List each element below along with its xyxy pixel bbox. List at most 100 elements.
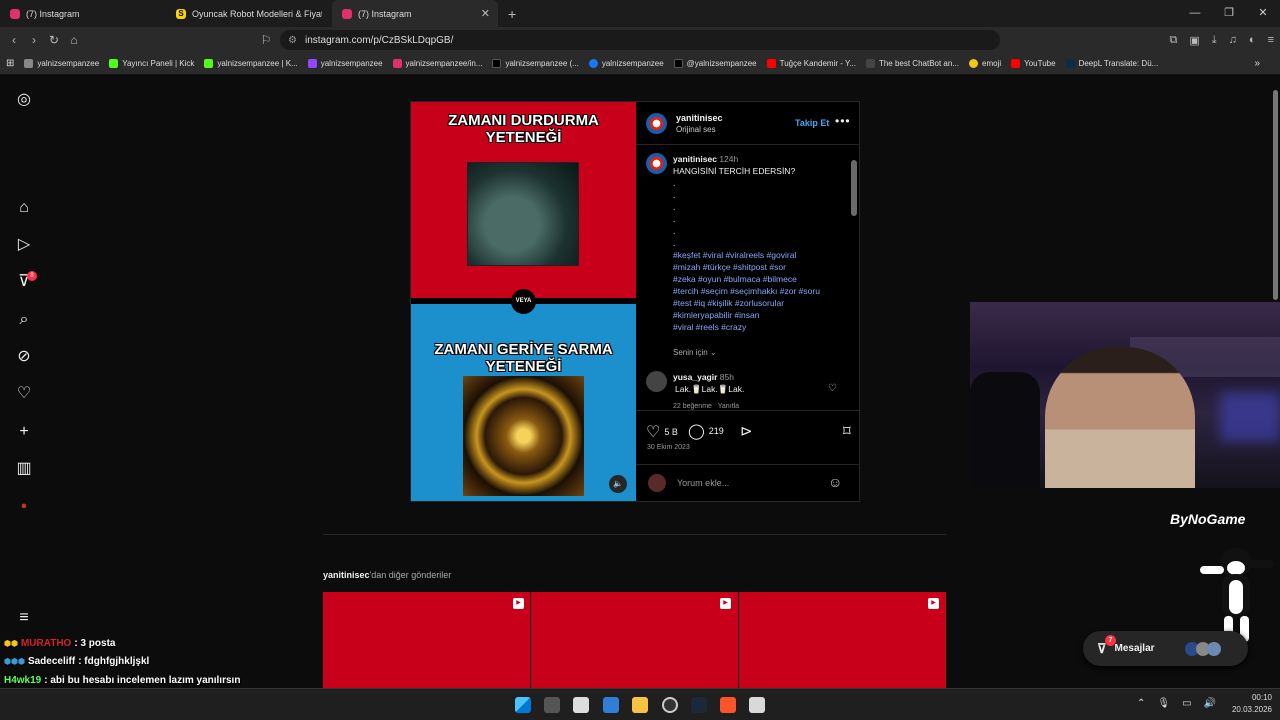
grid-post[interactable]: ▶: [531, 592, 738, 688]
author-username[interactable]: yanitinisec: [676, 113, 723, 123]
forward-icon[interactable]: ›: [24, 33, 44, 47]
bookmark-item[interactable]: Tuğçe Kandemir - Y...: [766, 59, 856, 68]
reply-button[interactable]: Yanıtla: [718, 403, 739, 410]
profile-avatar[interactable]: ●: [14, 496, 34, 516]
bookmark-item[interactable]: YouTube: [1011, 59, 1056, 68]
new-tab-icon[interactable]: +: [508, 6, 516, 22]
audio-icon[interactable]: 🔈: [609, 475, 627, 493]
comment-input[interactable]: Yorum ekle...: [677, 478, 729, 488]
chevron-up-icon[interactable]: ⌃: [1137, 698, 1145, 709]
bookmark-icon[interactable]: ⚐: [256, 33, 276, 47]
network-icon[interactable]: ▭: [1182, 698, 1191, 709]
app-icon[interactable]: [573, 697, 589, 713]
audio-label[interactable]: Orijinal ses: [676, 125, 716, 134]
bookmark-item[interactable]: yalnizsempanzee | K...: [204, 59, 298, 68]
like-comment-icon[interactable]: ♡: [828, 383, 837, 394]
scrollbar-thumb[interactable]: [1273, 90, 1278, 300]
hashtag-line[interactable]: #zeka #oyun #bulmaca #bilmece: [673, 273, 797, 285]
translation-toggle[interactable]: Senin için ⌄: [673, 347, 717, 359]
task-view-icon[interactable]: [544, 697, 560, 713]
create-icon[interactable]: +: [14, 422, 34, 442]
clock[interactable]: 00:10 20.03.2026: [1232, 692, 1272, 716]
home-icon[interactable]: ⌂: [64, 33, 84, 47]
brave-icon[interactable]: [720, 697, 736, 713]
close-window-icon[interactable]: ✕: [1246, 0, 1280, 27]
apps-icon[interactable]: ⊞: [6, 58, 14, 69]
tab-title: (7) Instagram: [358, 8, 412, 19]
bookmark-item[interactable]: yalnizsempanzee (...: [492, 59, 579, 68]
search-icon[interactable]: ⌕: [14, 310, 34, 330]
reels-icon[interactable]: ▷: [14, 235, 34, 255]
restore-icon[interactable]: ❐: [1212, 0, 1246, 27]
wallet-icon[interactable]: ◐: [1249, 34, 1256, 46]
hashtag-line[interactable]: #test #iq #kişilik #zorlusorular: [673, 297, 784, 309]
page-scrollbar[interactable]: [1272, 76, 1280, 302]
hashtag-line[interactable]: #viral #reels #crazy: [673, 321, 746, 333]
volume-icon[interactable]: 🔊: [1204, 698, 1216, 709]
extensions-icon[interactable]: ⧉: [1170, 34, 1178, 47]
downloads-icon[interactable]: ⤓: [1212, 34, 1217, 47]
photos-icon[interactable]: [603, 697, 619, 713]
bookmark-item[interactable]: yalnizsempanzee: [24, 59, 99, 68]
dashboard-icon[interactable]: ▥: [14, 459, 34, 479]
more-menu-icon[interactable]: ≡: [14, 608, 34, 628]
bookmark-item[interactable]: @yalnizsempanzee: [673, 59, 757, 68]
comment-author[interactable]: yusa_yagir: [673, 372, 717, 382]
microphone-icon[interactable]: 🎙: [1157, 698, 1170, 709]
back-icon[interactable]: ‹: [4, 33, 24, 47]
hashtag-line[interactable]: #kimleryapabilir #insan: [673, 309, 759, 321]
commenter-avatar[interactable]: [646, 371, 667, 392]
media-icon[interactable]: ♫: [1229, 34, 1237, 46]
obs-icon[interactable]: [662, 697, 678, 713]
author-avatar[interactable]: [646, 113, 667, 134]
bookmark-item[interactable]: The best ChatBot an...: [865, 59, 959, 68]
sidebar-icon[interactable]: ▣: [1189, 34, 1199, 47]
bookmark-item[interactable]: DeepL Translate: Dü...: [1065, 59, 1158, 68]
save-icon[interactable]: ⌑: [843, 422, 851, 440]
site-info-icon[interactable]: ⚙: [288, 35, 297, 46]
hashtag-line[interactable]: #keşfet #viral #viralreels #goviral: [673, 249, 796, 261]
tab-instagram-active[interactable]: (7) Instagram ✕: [332, 0, 498, 27]
post-media[interactable]: ZAMANI DURDURMA YETENEĞİ ZAMANI GERİYE S…: [411, 102, 636, 501]
instagram-logo-icon[interactable]: ◎: [14, 90, 34, 110]
scrollbar-thumb[interactable]: [851, 160, 857, 216]
reload-icon[interactable]: ↻: [44, 33, 64, 47]
menu-icon[interactable]: ≡: [1268, 34, 1274, 46]
bookmark-item[interactable]: emoji: [969, 59, 1001, 68]
comments-scrollbar[interactable]: [851, 150, 857, 408]
bookmark-item[interactable]: yalnizsempanzee/in...: [392, 59, 482, 68]
file-explorer-icon[interactable]: [632, 697, 648, 713]
like-button[interactable]: ♡ 5 B: [646, 422, 678, 442]
steam-icon[interactable]: [691, 697, 707, 713]
messages-button[interactable]: ⊽ 7 Mesajlar: [1083, 631, 1248, 666]
tab-close-icon[interactable]: ✕: [481, 7, 490, 20]
tab-instagram-1[interactable]: (7) Instagram: [0, 0, 166, 27]
more-options-icon[interactable]: •••: [835, 114, 851, 128]
bookmarks-bar: ⊞ yalnizsempanzee Yayıncı Paneli | Kick …: [0, 53, 1280, 75]
hashtag-line[interactable]: #tercih #seçim #seçimhakkı #zor #soru: [673, 285, 820, 297]
grid-post[interactable]: ▶: [739, 592, 946, 688]
grid-post[interactable]: ▶: [323, 592, 530, 688]
caption-author[interactable]: yanitinisec: [673, 154, 717, 164]
minimize-icon[interactable]: —: [1178, 0, 1212, 27]
bookmark-item[interactable]: yalnizsempanzee: [307, 59, 383, 68]
explore-icon[interactable]: ⊘: [14, 347, 34, 367]
chat-badge-icon: ⬢⬢: [4, 639, 18, 648]
caption-avatar[interactable]: [646, 153, 667, 174]
url-field[interactable]: ⚙ instagram.com/p/CzBSkLDqpGB/: [280, 30, 1000, 50]
app-icon[interactable]: [749, 697, 765, 713]
comment-button[interactable]: ◯ 219: [688, 422, 724, 440]
tab-oyuncak-robot[interactable]: S Oyuncak Robot Modelleri & Fiyatları: [166, 0, 332, 27]
notifications-icon[interactable]: ♡: [14, 384, 34, 404]
share-icon[interactable]: ⊳: [740, 422, 753, 440]
more-bookmarks-icon[interactable]: »: [1254, 58, 1260, 69]
bookmark-item[interactable]: Yayıncı Paneli | Kick: [109, 59, 194, 68]
home-icon[interactable]: ⌂: [14, 198, 34, 218]
more-posts-owner[interactable]: yanitinisec: [323, 570, 370, 580]
start-icon[interactable]: [515, 697, 531, 713]
emoji-icon[interactable]: ☺: [828, 474, 842, 490]
follow-button[interactable]: Takip Et: [795, 118, 829, 128]
hashtag-line[interactable]: #mizah #türkçe #shitpost #sor: [673, 261, 786, 273]
comment-likes[interactable]: 22 beğenme: [673, 403, 712, 410]
bookmark-item[interactable]: yalnizsempanzee: [588, 59, 664, 68]
